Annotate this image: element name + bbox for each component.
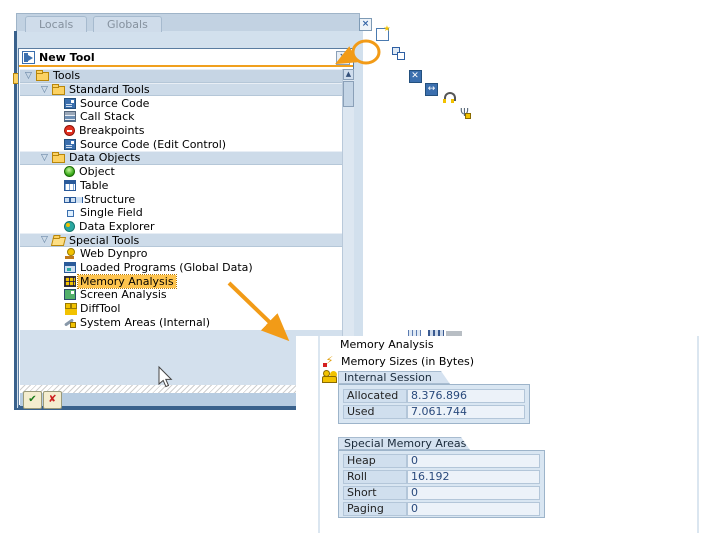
field-label: Heap [343,454,407,468]
tab-globals[interactable]: Globals [93,16,162,32]
cancel-button[interactable]: ✘ [43,391,62,409]
dialog-title: New Tool [39,51,95,64]
tree-item-standard-tools[interactable]: Standard Tools [20,83,342,97]
tree-item-data-objects[interactable]: Data Objects [20,151,342,165]
internal-session-icon [322,370,337,383]
group-header-internal-session: Internal Session [338,371,450,384]
dialog-titlebar[interactable]: New Tool [19,49,353,67]
memory-analysis-icon [64,276,76,287]
open-folder-icon [51,237,66,246]
tree-item-call-stack[interactable]: Call Stack [20,110,342,124]
field-value: 0 [407,502,540,516]
scroll-up-icon[interactable] [343,69,354,80]
call-stack-icon [64,111,76,122]
confirm-button[interactable]: ✔ [23,391,42,409]
tool-settings-icon[interactable] [458,106,471,119]
table-icon [64,180,76,191]
expander-icon[interactable] [39,234,50,246]
tree-item-difftool[interactable]: DiffTool [20,302,342,316]
field-row: Short 0 [343,486,540,500]
special-memory-areas-groupbox: Heap 0 Roll 16.192 Short 0 Paging 0 [338,450,545,518]
tree-item-memory-analysis[interactable]: Memory Analysis [20,274,342,288]
structure-icon [64,194,80,205]
replace-tool-icon[interactable] [392,47,405,60]
field-value: 0 [407,454,540,468]
field-row: Allocated 8.376.896 [343,389,525,403]
data-explorer-icon [64,221,75,232]
screen-analysis-icon [64,289,76,300]
internal-session-groupbox: Allocated 8.376.896 Used 7.061.744 [338,384,530,424]
field-row: Heap 0 [343,454,540,468]
field-row: Paging 0 [343,502,540,516]
panel-divider [697,336,699,533]
memory-analysis-panel: Memory Analysis Memory Sizes (in Bytes) … [296,336,720,533]
tree-item-tools[interactable]: Tools [20,69,342,83]
expander-icon[interactable] [39,84,50,96]
dialog-close-icon[interactable]: × [336,51,350,65]
tree-empty-area [20,330,342,385]
debugger-screen: Locals Globals New Tool × Tools Standard… [0,0,720,540]
field-label: Roll [343,470,407,484]
field-row: Used 7.061.744 [343,405,525,419]
services-icon[interactable] [442,90,455,103]
single-field-icon [64,207,76,218]
source-code-icon [64,139,76,150]
system-areas-icon [64,317,76,328]
expander-icon[interactable] [39,152,50,164]
memory-sizes-icon [323,354,336,367]
new-tool-icon[interactable] [376,28,389,41]
difftool-icon [64,303,76,314]
loaded-programs-icon [64,262,76,273]
group-header-special-memory-areas: Special Memory Areas [338,437,470,450]
tree-item-data-explorer[interactable]: Data Explorer [20,220,342,234]
expander-icon[interactable] [23,70,34,82]
web-dynpro-icon [64,248,76,259]
tree-item-special-tools[interactable]: Special Tools [20,233,342,247]
tree-item-single-field[interactable]: Single Field [20,206,342,220]
tab-locals[interactable]: Locals [25,16,87,32]
object-icon [64,166,75,177]
tree-item-loaded-programs[interactable]: Loaded Programs (Global Data) [20,261,342,275]
resize-horizontal-icon[interactable] [425,83,438,96]
panel-divider [318,336,320,533]
field-value: 0 [407,486,540,500]
close-tool-icon[interactable] [359,18,372,31]
highlighted-label: Memory Analysis [78,275,176,288]
field-value: 8.376.896 [407,389,525,403]
folder-icon [52,154,65,163]
full-screen-icon[interactable] [409,70,422,83]
source-code-icon [64,98,76,109]
tabstrip: Locals Globals [16,13,360,31]
field-label: Paging [343,502,407,516]
tree-item-source-code[interactable]: Source Code [20,96,342,110]
folder-icon [36,72,49,81]
field-row: Roll 16.192 [343,470,540,484]
folder-icon [52,86,65,95]
field-label: Used [343,405,407,419]
memory-panel-title: Memory Analysis [340,338,434,351]
tree-item-source-code-edit-control[interactable]: Source Code (Edit Control) [20,137,342,151]
tree-item-screen-analysis[interactable]: Screen Analysis [20,288,342,302]
tree-item-table[interactable]: Table [20,179,342,193]
field-value: 7.061.744 [407,405,525,419]
tree-item-breakpoints[interactable]: Breakpoints [20,124,342,138]
field-value: 16.192 [407,470,540,484]
tree-item-system-areas[interactable]: System Areas (Internal) [20,315,342,329]
scrollbar-thumb[interactable] [343,81,354,107]
breakpoint-icon [64,125,75,136]
tree-item-structure[interactable]: Structure [20,192,342,206]
tree-item-object[interactable]: Object [20,165,342,179]
memory-sizes-label: Memory Sizes (in Bytes) [341,355,474,368]
tree-item-web-dynpro[interactable]: Web Dynpro [20,247,342,261]
exit-dialog-icon [22,51,35,64]
field-label: Short [343,486,407,500]
field-label: Allocated [343,389,407,403]
tool-tree: Tools Standard Tools Source Code Call St… [20,69,342,330]
